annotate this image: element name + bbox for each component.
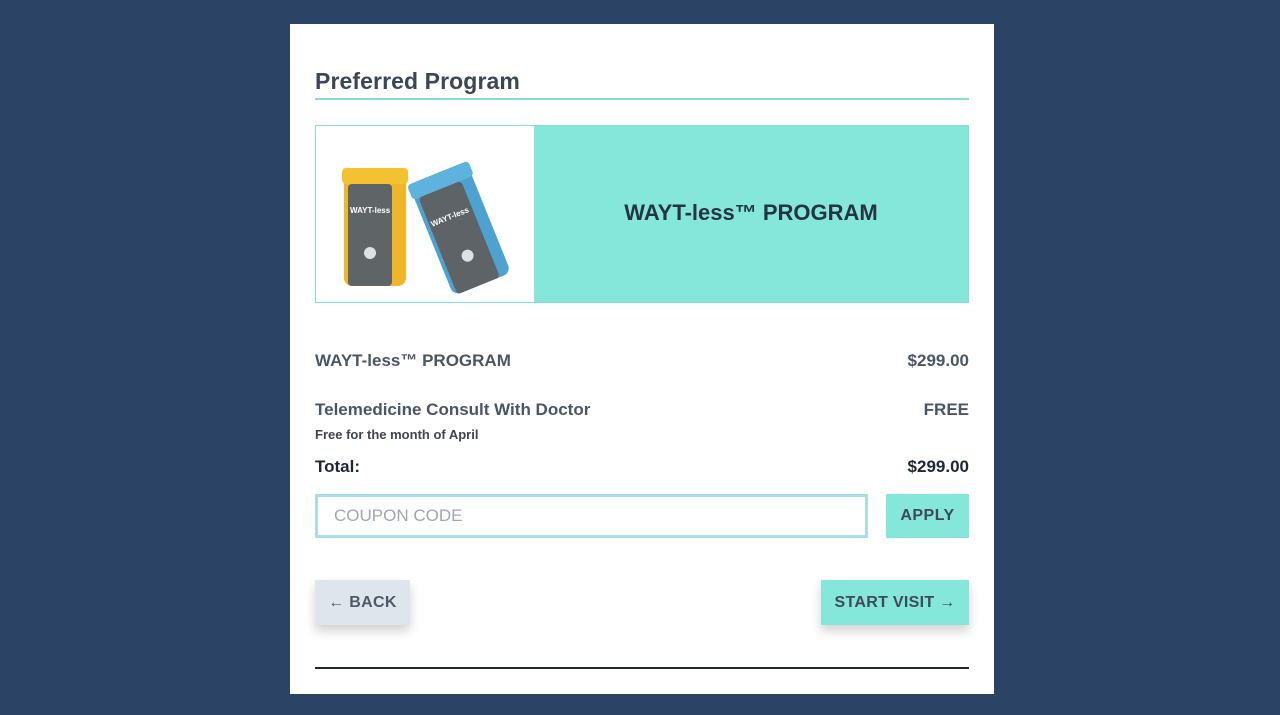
section-title: Preferred Program — [315, 68, 520, 94]
yellow-bottle-label: WAYT-less — [350, 206, 391, 215]
title-divider — [315, 98, 969, 100]
program-banner: WAYT-less WAYT-less WAYT-less™ PROGRAM — [315, 125, 969, 303]
pill-bottles-image: WAYT-less WAYT-less — [316, 126, 534, 302]
yellow-bottle: WAYT-less — [342, 168, 408, 286]
start-visit-button[interactable]: START VISIT → — [821, 580, 969, 625]
checkout-content: Preferred Program WAYT-less WAYT-less WA… — [315, 24, 969, 694]
line-item-price: FREE — [923, 400, 969, 419]
order-total: Total: $299.00 — [315, 457, 969, 477]
coupon-code-input[interactable] — [315, 494, 868, 538]
product-bottles-graphic: WAYT-less WAYT-less — [342, 161, 509, 294]
line-item-name: WAYT-less™ PROGRAM — [315, 351, 511, 370]
line-item-consult: Telemedicine Consult With Doctor FREE — [315, 400, 969, 420]
back-button[interactable]: ← BACK — [315, 580, 410, 625]
line-item-price: $299.00 — [907, 351, 969, 370]
line-item-name: Telemedicine Consult With Doctor — [315, 400, 591, 419]
line-item-program: WAYT-less™ PROGRAM $299.00 — [315, 351, 969, 371]
total-label: Total: — [315, 457, 361, 476]
blue-bottle: WAYT-less — [408, 161, 509, 294]
consult-note: Free for the month of April — [315, 427, 479, 442]
total-value: $299.00 — [907, 457, 969, 476]
apply-coupon-button[interactable]: APPLY — [886, 494, 969, 538]
bottom-divider — [315, 667, 969, 669]
program-banner-title: WAYT-less™ PROGRAM — [534, 126, 968, 302]
checkout-card: Preferred Program WAYT-less WAYT-less WA… — [290, 24, 994, 694]
